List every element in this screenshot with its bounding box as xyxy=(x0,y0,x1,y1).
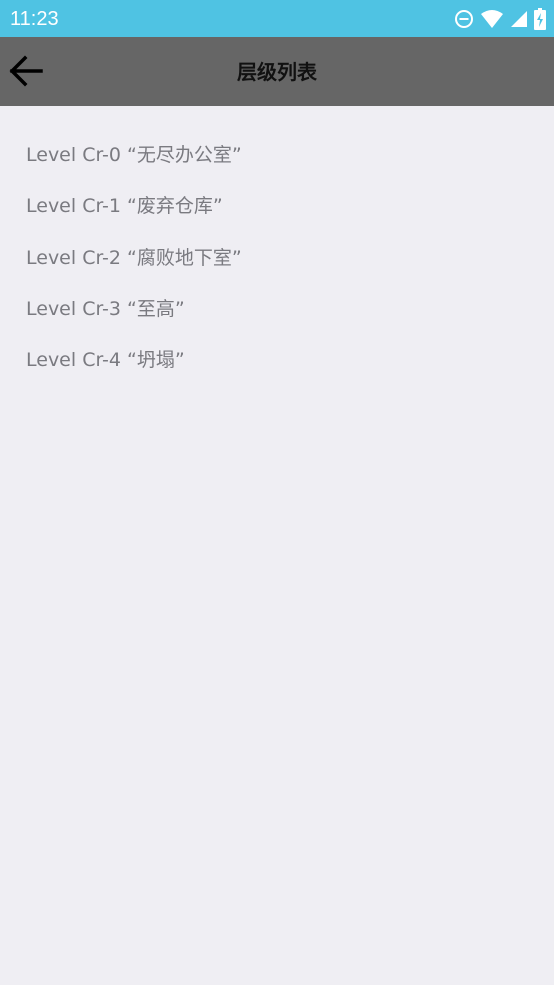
toolbar: 层级列表 xyxy=(0,37,554,106)
list-item-level-cr-0[interactable]: Level Cr-0 “无尽办公室” xyxy=(0,130,554,181)
do-not-disturb-icon xyxy=(455,10,473,28)
list-item-label: Level Cr-3 “至高” xyxy=(26,297,185,320)
wifi-icon xyxy=(481,10,503,28)
status-time: 11:23 xyxy=(10,8,59,30)
list-item-level-cr-1[interactable]: Level Cr-1 “废弃仓库” xyxy=(0,181,554,232)
list-item-level-cr-3[interactable]: Level Cr-3 “至高” xyxy=(0,284,554,335)
level-list: Level Cr-0 “无尽办公室” Level Cr-1 “废弃仓库” Lev… xyxy=(0,106,554,386)
page-title: 层级列表 xyxy=(237,60,317,84)
status-icons xyxy=(448,7,546,31)
list-item-label: Level Cr-4 “坍塌” xyxy=(26,349,185,372)
status-bar: 11:23 xyxy=(0,0,554,37)
list-item-label: Level Cr-2 “腐败地下室” xyxy=(26,246,242,269)
list-item-label: Level Cr-1 “废弃仓库” xyxy=(26,195,223,218)
list-item-level-cr-2[interactable]: Level Cr-2 “腐败地下室” xyxy=(0,233,554,284)
battery-charging-icon xyxy=(534,8,546,30)
signal-icon xyxy=(511,11,527,27)
list-item-level-cr-4[interactable]: Level Cr-4 “坍塌” xyxy=(0,335,554,386)
list-item-label: Level Cr-0 “无尽办公室” xyxy=(26,144,242,166)
